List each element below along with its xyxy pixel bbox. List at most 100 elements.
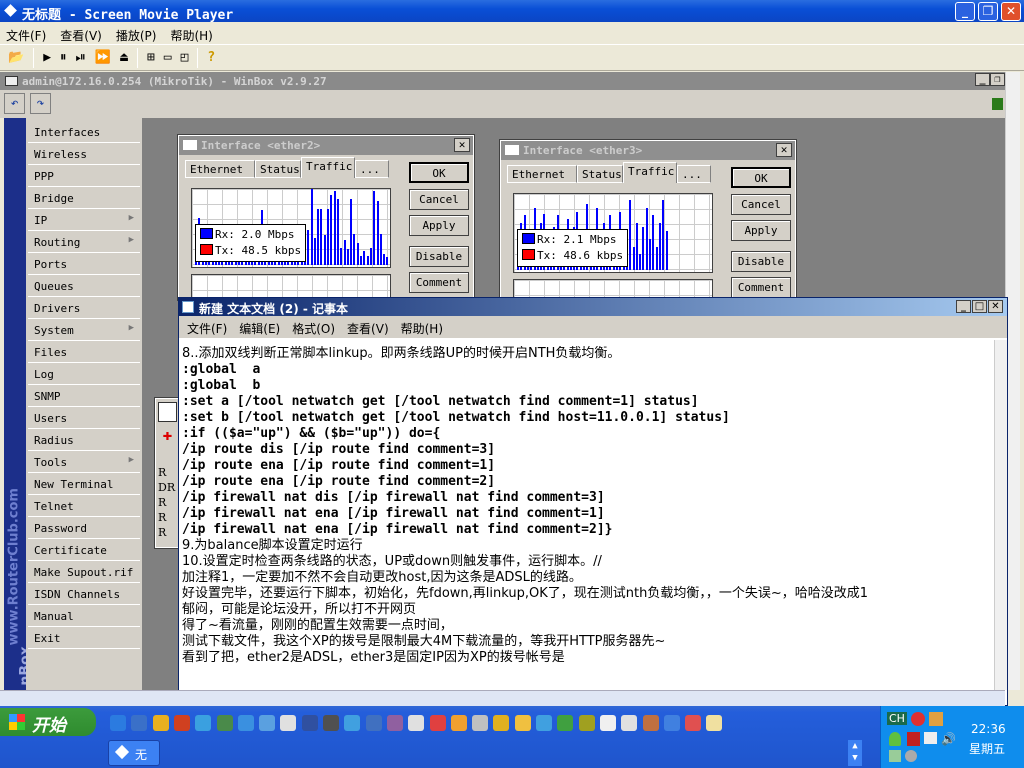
sidebar-item-bridge[interactable]: Bridge: [28, 188, 140, 209]
sidebar-item-files[interactable]: Files: [28, 342, 140, 363]
sidebar-item-snmp[interactable]: SNMP: [28, 386, 140, 407]
disable-button[interactable]: Disable: [409, 246, 469, 267]
close-icon[interactable]: ✕: [776, 143, 792, 157]
sidebar-item-system[interactable]: System ▶: [28, 320, 140, 341]
quick-launch-icon[interactable]: [472, 715, 489, 731]
player-horizontal-scrollbar[interactable]: [0, 690, 1005, 706]
quick-launch-icon[interactable]: [344, 715, 361, 731]
quick-launch-icon[interactable]: [365, 715, 382, 731]
quick-launch-icon[interactable]: [152, 715, 169, 731]
cancel-button[interactable]: Cancel: [731, 194, 791, 215]
notepad-menu-item[interactable]: 编辑(E): [239, 322, 280, 336]
apply-button[interactable]: Apply: [731, 220, 791, 241]
winbox-minimize-button[interactable]: _: [975, 73, 990, 86]
quick-launch-icon[interactable]: [621, 715, 638, 731]
user-icon[interactable]: [889, 732, 901, 746]
taskbar-scroll-arrows[interactable]: ▲ ▼: [848, 740, 862, 766]
tab-Ethernet[interactable]: Ethernet: [507, 165, 577, 183]
notepad-menu-item[interactable]: 帮助(H): [401, 322, 443, 336]
tab-Status[interactable]: Status: [577, 165, 623, 183]
quick-launch-icon[interactable]: [280, 715, 297, 731]
sidebar-item-telnet[interactable]: Telnet: [28, 496, 140, 517]
sidebar-item-users[interactable]: Users: [28, 408, 140, 429]
sidebar-item-manual[interactable]: Manual: [28, 606, 140, 627]
close-button[interactable]: ✕: [1001, 2, 1021, 21]
quick-launch-icon[interactable]: [663, 715, 680, 731]
quick-launch-icon[interactable]: [131, 715, 148, 731]
sidebar-item-routing[interactable]: Routing ▶: [28, 232, 140, 253]
antivirus-icon[interactable]: [911, 712, 925, 726]
volume-icon[interactable]: 🔊: [941, 732, 956, 746]
ok-button[interactable]: OK: [731, 167, 791, 188]
taskbar-item-screen-movie-player[interactable]: 无: [108, 740, 160, 766]
quick-launch-icon[interactable]: [536, 715, 552, 731]
tab-more[interactable]: ...: [355, 160, 389, 178]
quick-launch-icon[interactable]: [216, 715, 233, 731]
cancel-button[interactable]: Cancel: [409, 189, 469, 210]
sidebar-item-drivers[interactable]: Drivers: [28, 298, 140, 319]
sidebar-item-exit[interactable]: Exit: [28, 628, 140, 649]
tab-Status[interactable]: Status: [255, 160, 301, 178]
ok-button[interactable]: OK: [409, 162, 469, 183]
network-icon[interactable]: [924, 732, 937, 744]
disable-button[interactable]: Disable: [731, 251, 791, 272]
quick-launch-icon[interactable]: [706, 715, 723, 731]
quick-launch-icon[interactable]: [173, 715, 190, 731]
kaspersky-icon[interactable]: [907, 732, 920, 746]
fit-icon[interactable]: ⊞: [147, 50, 155, 65]
quick-launch-icon[interactable]: [429, 715, 446, 731]
window-icon[interactable]: ▭: [164, 50, 172, 65]
quick-launch-icon[interactable]: [599, 715, 616, 731]
comment-button[interactable]: Comment: [731, 277, 791, 298]
notepad-menu-item[interactable]: 查看(V): [347, 322, 389, 336]
sidebar-item-ppp[interactable]: PPP: [28, 166, 140, 187]
quick-launch-icon[interactable]: [557, 715, 574, 731]
fast-forward-icon[interactable]: ⏩: [95, 50, 111, 65]
notepad-menu-item[interactable]: 格式(O): [292, 322, 335, 336]
pause-icon[interactable]: ⏸: [60, 50, 67, 65]
quick-launch-icon[interactable]: [642, 715, 659, 731]
quick-launch-icon[interactable]: [514, 715, 531, 731]
quick-launch-icon[interactable]: [386, 715, 403, 731]
quick-launch-icon[interactable]: [685, 715, 702, 731]
menu-item[interactable]: 文件(F): [6, 29, 46, 43]
sidebar-item-radius[interactable]: Radius: [28, 430, 140, 451]
menu-item[interactable]: 查看(V): [60, 29, 102, 43]
open-icon[interactable]: 📂: [8, 50, 24, 65]
sidebar-item-ip[interactable]: IP ▶: [28, 210, 140, 231]
quick-launch-icon[interactable]: [237, 715, 254, 731]
sidebar-item-new-terminal[interactable]: New Terminal: [28, 474, 140, 495]
sidebar-item-queues[interactable]: Queues: [28, 276, 140, 297]
start-button[interactable]: 开始: [0, 708, 96, 736]
menu-item[interactable]: 帮助(H): [170, 29, 212, 43]
sidebar-item-ports[interactable]: Ports: [28, 254, 140, 275]
tab-more[interactable]: ...: [677, 165, 711, 183]
sidebar-item-make-supout-rif[interactable]: Make Supout.rif: [28, 562, 140, 583]
notepad-maximize-button[interactable]: □: [972, 300, 987, 313]
notepad-vertical-scrollbar[interactable]: [994, 340, 1007, 690]
quick-launch-icon[interactable]: [110, 715, 126, 731]
quick-launch-icon[interactable]: [259, 715, 276, 731]
clock-day[interactable]: 星期五: [969, 740, 1005, 757]
quick-launch-icon[interactable]: [323, 715, 339, 731]
tab-Traffic[interactable]: Traffic: [301, 157, 355, 178]
help-icon[interactable]: ?: [207, 50, 215, 65]
sidebar-item-wireless[interactable]: Wireless: [28, 144, 140, 165]
sidebar-item-interfaces[interactable]: Interfaces: [28, 122, 140, 143]
menu-item[interactable]: 播放(P): [116, 29, 157, 43]
quick-launch-icon[interactable]: [493, 715, 510, 731]
winbox-restore-button[interactable]: ❐: [990, 73, 1005, 86]
minimize-button[interactable]: _: [955, 2, 975, 21]
quick-launch-icon[interactable]: [408, 715, 425, 731]
step-icon[interactable]: ⏯: [76, 50, 86, 65]
notepad-menu-item[interactable]: 文件(F): [187, 322, 227, 336]
quick-launch-icon[interactable]: [301, 715, 318, 731]
undo-icon[interactable]: ↶: [4, 93, 25, 114]
input-language-indicator[interactable]: CH: [887, 712, 907, 725]
sidebar-item-log[interactable]: Log: [28, 364, 140, 385]
quick-launch-icon[interactable]: [578, 715, 595, 731]
sidebar-item-password[interactable]: Password: [28, 518, 140, 539]
notepad-text-area[interactable]: 8..添加双线判断正常脚本linkup。即两条线路UP的时候开启NTH负载均衡。…: [182, 346, 997, 690]
sidebar-item-isdn-channels[interactable]: ISDN Channels: [28, 584, 140, 605]
notepad-close-button[interactable]: ✕: [988, 300, 1003, 313]
